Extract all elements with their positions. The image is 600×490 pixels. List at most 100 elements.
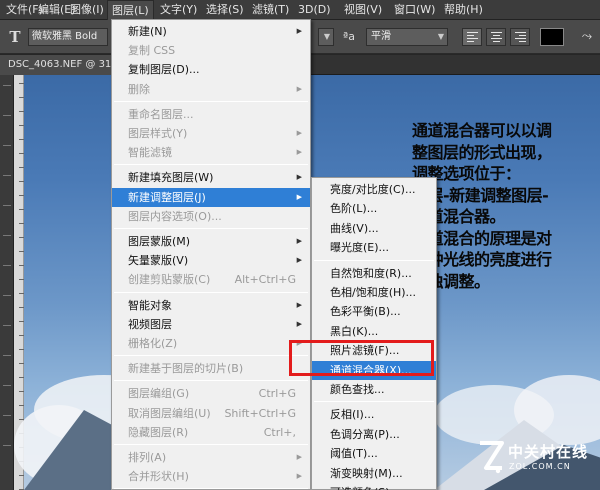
ruler-tick [19, 349, 24, 350]
text-tool-icon[interactable]: T [4, 26, 26, 48]
antialias-icon: ªa [343, 30, 355, 43]
layer-menu-item[interactable]: 新建基于图层的切片(B) [112, 359, 310, 378]
tool-slot[interactable] [3, 235, 11, 236]
align-left-button[interactable] [462, 28, 482, 46]
menu-item-label: 新建填充图层(W) [128, 171, 214, 185]
menubar-item[interactable]: 帮助(H) [444, 0, 483, 20]
ruler-tick [19, 139, 24, 140]
tool-slot[interactable] [3, 415, 11, 416]
menubar-item[interactable]: 3D(D) [298, 0, 331, 20]
menu-item-label: 亮度/对比度(C)... [330, 183, 416, 196]
menubar-item[interactable]: 图像(I) [70, 0, 104, 20]
layer-menu-item[interactable]: 图层蒙版(M) ▶ [112, 232, 310, 251]
tool-slot[interactable] [3, 115, 11, 116]
layer-menu-item[interactable]: 创建剪贴蒙版(C) Alt+Ctrl+G [112, 270, 310, 289]
adjustment-menu-item[interactable]: 黑白(K)... [312, 322, 436, 341]
tool-slot[interactable] [3, 445, 11, 446]
submenu-arrow-icon: ▶ [296, 84, 302, 93]
tool-slot[interactable] [3, 145, 11, 146]
menubar-item[interactable]: 图层(L) [107, 0, 154, 20]
menubar-item[interactable]: 窗口(W) [394, 0, 435, 20]
text-color-swatch[interactable] [540, 28, 564, 46]
adjustment-menu-item[interactable]: 自然饱和度(R)... [312, 264, 436, 283]
layer-menu-item[interactable]: 栅格化(Z) ▶ [112, 334, 310, 353]
align-left-icon-line [467, 38, 478, 39]
layer-menu-item[interactable]: 排列(A) ▶ [112, 448, 310, 467]
menu-item-label: 视频图层 [128, 317, 172, 331]
adjustment-menu-item[interactable]: 亮度/对比度(C)... [312, 180, 436, 199]
layer-menu-item[interactable]: 矢量蒙版(V) ▶ [112, 251, 310, 270]
ruler-tick [19, 97, 24, 98]
layer-menu-item[interactable]: 智能对象 ▶ [112, 296, 310, 315]
tools-panel [0, 75, 14, 490]
adjustment-menu-item[interactable]: 渐变映射(M)... [312, 464, 436, 483]
layer-menu-item[interactable]: 删除 ▶ [112, 80, 310, 99]
adjustment-menu-item[interactable]: 色调分离(P)... [312, 425, 436, 444]
antialias-select[interactable]: 平滑 ▼ [366, 28, 448, 46]
adjustment-menu-item[interactable]: 阈值(T)... [312, 444, 436, 463]
layer-menu-item[interactable]: 取消图层编组(U) Shift+Ctrl+G [112, 404, 310, 423]
menu-item-label: 反相(I)... [330, 408, 375, 422]
menu-separator [114, 291, 308, 293]
font-size-select[interactable]: ▼ [318, 28, 334, 46]
tool-slot[interactable] [3, 295, 11, 296]
align-right-button[interactable] [510, 28, 530, 46]
adjustment-menu-item[interactable]: 色彩平衡(B)... [312, 302, 436, 321]
layer-menu-item[interactable]: 新建(N) ▶ [112, 22, 310, 41]
ruler-tick [19, 83, 24, 84]
tool-slot[interactable] [3, 325, 11, 326]
submenu-arrow-icon: ▶ [296, 192, 302, 201]
menu-item-label: 色阶(L)... [330, 202, 378, 216]
menu-item-label: 删除 [128, 82, 150, 96]
layer-menu-item[interactable]: 图层样式(Y) ▶ [112, 124, 310, 143]
adjustment-menu-item[interactable]: 颜色查找... [312, 380, 436, 399]
layer-menu-item[interactable]: 视频图层 ▶ [112, 315, 310, 334]
ruler-tick [19, 125, 24, 126]
layer-menu-item[interactable]: 复制图层(D)... [112, 60, 310, 79]
align-center-icon-line [491, 38, 502, 39]
adjustment-menu-item[interactable]: 色相/饱和度(H)... [312, 283, 436, 302]
chevron-down-icon: ▼ [437, 32, 444, 41]
menubar-item[interactable]: 文字(Y) [160, 0, 197, 20]
menu-item-label: 曝光度(E)... [330, 241, 390, 255]
layer-menu-item[interactable]: 合并形状(H) ▶ [112, 467, 310, 486]
menubar-item[interactable]: 滤镜(T) [252, 0, 289, 20]
adjustment-menu-item[interactable]: 曝光度(E)... [312, 238, 436, 257]
tool-slot[interactable] [3, 85, 11, 86]
layer-menu-item[interactable]: 复制 CSS [112, 41, 310, 60]
align-left-icon-line [467, 41, 474, 42]
adjustment-menu-item[interactable]: 曲线(V)... [312, 219, 436, 238]
adjustment-menu-item[interactable]: 可选颜色(S)... [312, 483, 436, 490]
submenu-arrow-icon: ▶ [296, 472, 302, 481]
align-center-icon-line [493, 35, 500, 36]
warp-text-icon[interactable]: ⤳ [578, 28, 596, 46]
layer-menu-item[interactable]: 新建填充图层(W) ▶ [112, 168, 310, 187]
watermark-url: ZOL.COM.CN [509, 462, 571, 471]
menubar-item[interactable]: 选择(S) [206, 0, 244, 20]
align-center-button[interactable] [486, 28, 506, 46]
tool-slot[interactable] [3, 205, 11, 206]
layer-menu-item[interactable]: 新建调整图层(J) ▶ [112, 187, 310, 207]
ruler-tick [19, 307, 24, 308]
adjustment-menu-item[interactable]: 色阶(L)... [312, 199, 436, 218]
menu-separator [114, 228, 308, 229]
ruler-tick [19, 391, 24, 392]
layer-menu-item[interactable]: 智能滤镜 ▶ [112, 143, 310, 162]
tool-slot[interactable] [3, 385, 11, 386]
tool-slot[interactable] [3, 175, 11, 176]
document-tab[interactable]: DSC_4063.NEF @ 31% [0, 55, 118, 75]
layer-menu-item[interactable]: 图层内容选项(O)... [112, 207, 310, 226]
tool-slot[interactable] [3, 355, 11, 356]
layer-menu-item[interactable]: 隐藏图层(R) Ctrl+, [112, 423, 310, 442]
align-center-icon [491, 32, 502, 33]
menubar-item[interactable]: 视图(V) [344, 0, 382, 20]
layer-menu-item[interactable]: 图层编组(G) Ctrl+G [112, 384, 310, 403]
adjustment-menu-item[interactable]: 反相(I)... [312, 405, 436, 424]
tool-slot[interactable] [3, 265, 11, 266]
annotation-line: 每种光线的亮度进行 [412, 250, 552, 269]
menu-item-label: 色彩平衡(B)... [330, 305, 401, 319]
ruler-tick [19, 223, 24, 224]
menu-separator [114, 380, 308, 382]
layer-menu-item[interactable]: 重命名图层... [112, 105, 310, 124]
font-family-select[interactable]: 微软雅黑 Bold [28, 28, 108, 46]
